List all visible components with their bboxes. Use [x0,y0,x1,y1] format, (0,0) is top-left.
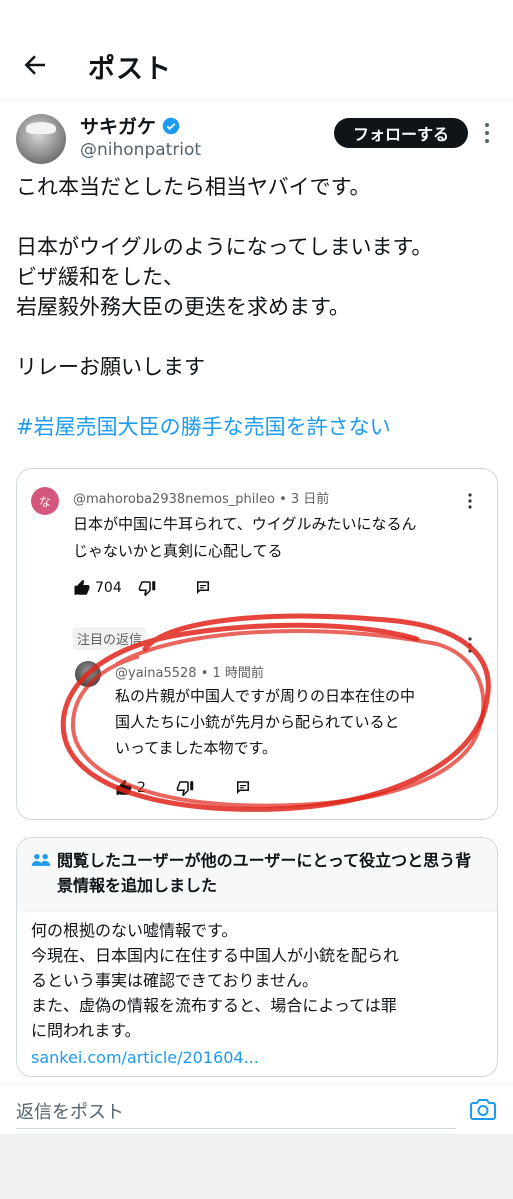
comment-menu-icon [468,493,472,509]
comment-actions: 704 [73,577,212,599]
people-icon [31,854,51,866]
reply-author: @yaina5528 [115,666,197,681]
post-text-line: 日本がウイグルのようになってしまいます。 [16,235,433,259]
community-note-title: 閲覧したユーザーが他のユーザーにとって役立つと思う背景情報を追加しました [57,851,472,895]
community-note-body: 何の根拠のない嘘情報です。 今現在、日本国内に在住する中国人が小銃を配られ ると… [31,918,491,1043]
post-text-line: これ本当だとしたら相当ヤバイです。 [16,175,371,199]
reply-menu-icon [468,637,472,653]
post-text-line [16,382,501,412]
note-text-line: 今現在、日本国内に在住する中国人が小銃を配られ [31,946,400,965]
thumb-up-icon [74,579,90,595]
bottom-blank-area [0,1134,513,1199]
reply-actions: 2 [115,777,252,799]
separator-dot: • [200,666,213,681]
verified-badge-icon [162,117,180,134]
separator-dot: • [279,492,291,507]
pinned-reply-label: 注目の返信 [73,627,147,650]
thumb-down-icon [138,581,155,597]
post-text: これ本当だとしたら相当ヤバイです。 日本がウイグルのようになってしまいます。 ビ… [16,172,501,442]
attached-image[interactable]: な @mahoroba2938nemos_phileo • 3 日前 日本が中国… [16,468,498,820]
follow-button[interactable]: フォローする [334,118,468,148]
reply-header: @yaina5528 • 1 時間前 [115,662,264,681]
comment-avatar: な [31,487,59,515]
reply-text-line: 国人たちに小銃が先月から配られていると [115,713,400,731]
back-arrow-icon[interactable] [20,50,50,80]
reply-input[interactable]: 返信をポスト [16,1093,456,1129]
post-text-line: リレーお願いします [16,355,205,379]
note-text-line: また、虚偽の情報を流布すると、場合によっては罪 [31,996,397,1015]
reply-text: 私の片親が中国人ですが周りの日本在住の中 国人たちに小銃が先月から配られていると… [115,683,481,761]
author-handle[interactable]: @nihonpatriot [80,140,201,160]
community-note[interactable]: 閲覧したユーザーが他のユーザーにとって役立つと思う背景情報を追加しました 何の根… [16,837,498,1077]
reply-text-line: 私の片親が中国人ですが周りの日本在住の中 [115,687,416,705]
community-note-header: 閲覧したユーザーが他のユーザーにとって役立つと思う背景情報を追加しました [17,838,497,912]
note-text-line: に問われます。 [31,1021,141,1040]
author-name[interactable]: サキガケ [80,112,156,139]
post-text-line: 岩屋毅外務大臣の更迭を求めます。 [16,295,350,319]
post-text-line [16,322,501,352]
thumb-down-icon [176,781,194,797]
reply-time: 1 時間前 [212,666,264,681]
reply-comment-icon [236,781,249,794]
thumb-up-icon [116,779,132,795]
comment-author: @mahoroba2938nemos_phileo [73,492,275,507]
author-avatar[interactable] [16,114,66,164]
post-text-line: ビザ緩和をした、 [16,265,184,289]
source-link[interactable]: sankei.com/article/201604... [31,1048,259,1067]
comment-text: 日本が中国に牛耳られて、ウイグルみたいになるん じゃないかと真剣に心配してる [73,511,483,565]
note-text-line: 何の根拠のない嘘情報です。 [31,921,238,940]
post-author: サキガケ @nihonpatriot フォローする [16,112,506,168]
comment-text-line: じゃないかと真剣に心配してる [73,542,283,560]
note-text-line: るという事実は確認できておりません。 [31,971,319,990]
comment-time: 3 日前 [290,492,330,507]
reply-comment-icon [196,581,209,594]
author-name-row[interactable]: サキガケ [80,112,180,139]
reply-avatar [75,661,101,687]
camera-icon[interactable] [470,1097,496,1121]
more-options-icon[interactable] [482,122,492,144]
reply-text-line: いってました本物です。 [115,739,278,757]
page-title: ポスト [88,54,172,85]
hashtag-link[interactable]: #岩屋売国大臣の勝手な売国を許さない [16,412,501,442]
post-text-line [16,202,501,232]
comment-header: @mahoroba2938nemos_phileo • 3 日前 [73,488,329,507]
reply-like-count: 2 [137,780,146,796]
top-bar: ポスト [0,0,513,100]
comment-text-line: 日本が中国に牛耳られて、ウイグルみたいになるん [73,515,417,533]
reply-composer: 返信をポスト [0,1084,513,1134]
comment-like-count: 704 [95,580,122,596]
